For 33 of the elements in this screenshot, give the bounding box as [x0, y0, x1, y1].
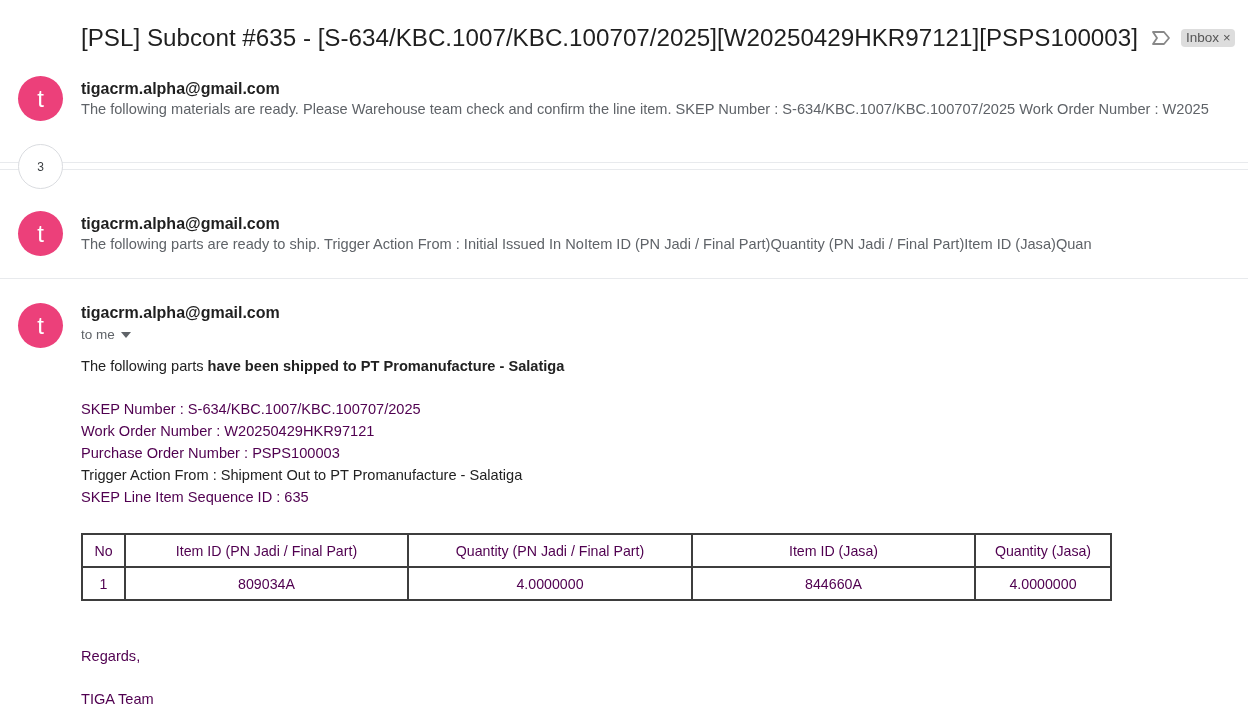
detail-line: SKEP Line Item Sequence ID : 635 — [81, 488, 309, 507]
sender-avatar: t — [18, 211, 63, 256]
body-paragraph: The following parts have been shipped to PT Promanufacture - Salatiga — [81, 357, 565, 376]
sender-avatar: t — [18, 303, 63, 348]
sender-name: tigacrm.alpha@gmail.com — [81, 303, 281, 323]
table-header-cell: No — [82, 534, 125, 567]
detail-line: SKEP Number : S-634/KBC.1007/KBC.100707/2025 — [81, 400, 421, 419]
remove-label-button[interactable]: × — [1218, 29, 1231, 47]
table-cell: 844660A — [692, 567, 975, 600]
email-subject: [PSL] Subcont #635 - [S-634/KBC.1007/KBC.100707/2025][W20250429HKR97121][PSPS100003] — [81, 23, 1138, 53]
table-header-cell: Item ID (PN Jadi / Final Part) — [125, 534, 408, 567]
sender-name: tigacrm.alpha@gmail.com — [81, 79, 281, 99]
detail-line: Work Order Number : W20250429HKR97121 — [81, 422, 375, 441]
table-header-cell: Quantity (PN Jadi / Final Part) — [408, 534, 692, 567]
recipient-text: to me — [81, 326, 115, 344]
closing-text: Regards, — [81, 647, 141, 666]
message-snippet[interactable]: The following materials are ready. Please Warehouse team check and confirm the line item. SKEP Number : S-634/KBC.1007/KBC.100707/2025 Work Order Number : W2025 — [81, 99, 1209, 119]
closing-text: TIGA Team — [81, 690, 154, 709]
sender-avatar: t — [18, 76, 63, 121]
importance-marker-icon[interactable] — [1151, 31, 1170, 45]
collapsed-messages-button[interactable]: 3 — [18, 144, 63, 189]
caret-icon[interactable] — [120, 332, 131, 338]
label-text: Inbox — [1185, 29, 1219, 47]
table-header-cell: Item ID (Jasa) — [692, 534, 975, 567]
table-cell: 4.0000000 — [408, 567, 692, 600]
message-snippet[interactable]: The following parts are ready to ship. Trigger Action From : Initial Issued In NoItem ID (PN Jadi / Final Part)Quantity (PN Jadi / Final Part)Item ID (Jasa)Quan — [81, 234, 1092, 254]
detail-line: Trigger Action From : Shipment Out to PT Promanufacture - Salatiga — [81, 466, 523, 485]
table-header-cell: Quantity (Jasa) — [975, 534, 1111, 567]
table-cell: 809034A — [125, 567, 408, 600]
sender-name: tigacrm.alpha@gmail.com — [81, 214, 281, 234]
table-cell: 1 — [82, 567, 125, 600]
detail-line: Purchase Order Number : PSPS100003 — [81, 444, 340, 463]
table-cell: 4.0000000 — [975, 567, 1111, 600]
